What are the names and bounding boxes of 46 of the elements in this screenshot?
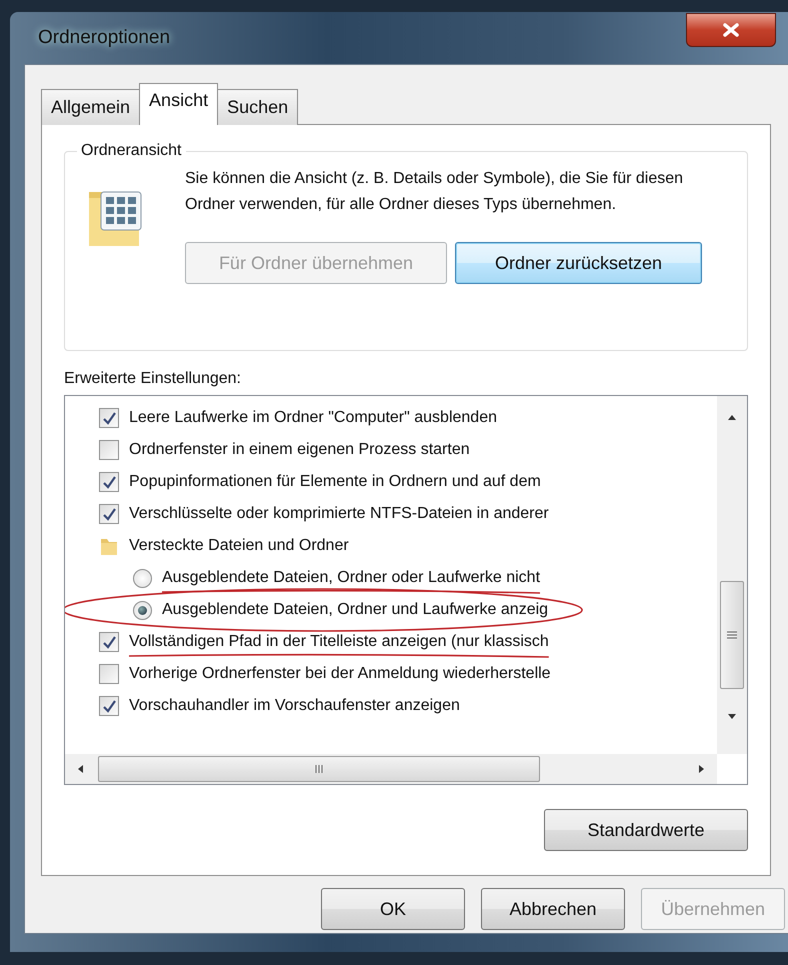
close-icon (723, 23, 739, 37)
scroll-right-icon (698, 764, 705, 774)
window-title: Ordneroptionen (38, 26, 170, 50)
description-text: Sie können die Ansicht (z. B. Details oder Symbole), die Sie für diesen Ordner verwenden, für alle Ordner dieses Typs übernehmen. (185, 169, 684, 215)
tab[interactable]: Suchen (217, 89, 298, 125)
checkbox[interactable] (99, 504, 119, 524)
close-button[interactable] (686, 13, 776, 47)
setting-label: Leere Laufwerke im Ordner "Computer" ausblenden (129, 408, 497, 428)
check-icon (102, 507, 116, 521)
checkbox[interactable] (99, 408, 119, 428)
grip-icon (315, 764, 323, 774)
setting-label: Vollständigen Pfad in der Titelleiste anzeigen (nur klassisch (129, 632, 549, 652)
setting-label: Ordnerfenster in einem eigenen Prozess starten (129, 440, 470, 460)
tab[interactable]: Allgemein (41, 89, 140, 125)
checkbox[interactable] (99, 440, 119, 460)
grip-icon (726, 631, 738, 639)
check-icon (102, 411, 116, 425)
setting-label: Ausgeblendete Dateien, Ordner oder Laufwerke nicht (162, 568, 540, 588)
scroll-left-icon (77, 764, 84, 774)
checkbox[interactable] (99, 472, 119, 492)
setting-label: Versteckte Dateien und Ordner (129, 536, 349, 556)
setting-label: Popupinformationen für Elemente in Ordnern und auf dem (129, 472, 541, 492)
radio-button[interactable] (133, 568, 152, 588)
horizontal-scrollbar[interactable] (65, 754, 717, 784)
setting-label: Vorherige Ordnerfenster bei der Anmeldung wiederherstelle (129, 664, 551, 684)
tab[interactable]: Ansicht (139, 83, 218, 125)
scroll-thumb[interactable] (720, 581, 744, 689)
checkbox[interactable] (99, 696, 119, 716)
dialog-button[interactable]: OK (321, 888, 465, 930)
check-icon (102, 635, 116, 649)
checkbox[interactable] (99, 664, 119, 684)
action-button[interactable]: Ordner zurücksetzen (455, 242, 702, 284)
dialog-button[interactable]: Abbrechen (481, 888, 625, 930)
checkbox[interactable] (99, 632, 119, 652)
radio-button[interactable] (133, 600, 152, 620)
check-icon (102, 699, 116, 713)
defaults-button[interactable]: Standardwerte (544, 809, 748, 851)
check-icon (102, 475, 116, 489)
scroll-thumb[interactable] (98, 756, 540, 782)
scroll-down-icon (727, 713, 737, 720)
setting-label: Verschlüsselte oder komprimierte NTFS-Dateien in anderer (129, 504, 549, 524)
scroll-up-icon (727, 414, 737, 421)
setting-label: Ausgeblendete Dateien, Ordner und Laufwerke anzeig (162, 600, 548, 620)
vertical-scrollbar[interactable] (717, 396, 747, 754)
setting-label: Vorschauhandler im Vorschaufenster anzeigen (129, 696, 460, 716)
section-label: Erweiterte Einstellungen: (64, 369, 242, 389)
